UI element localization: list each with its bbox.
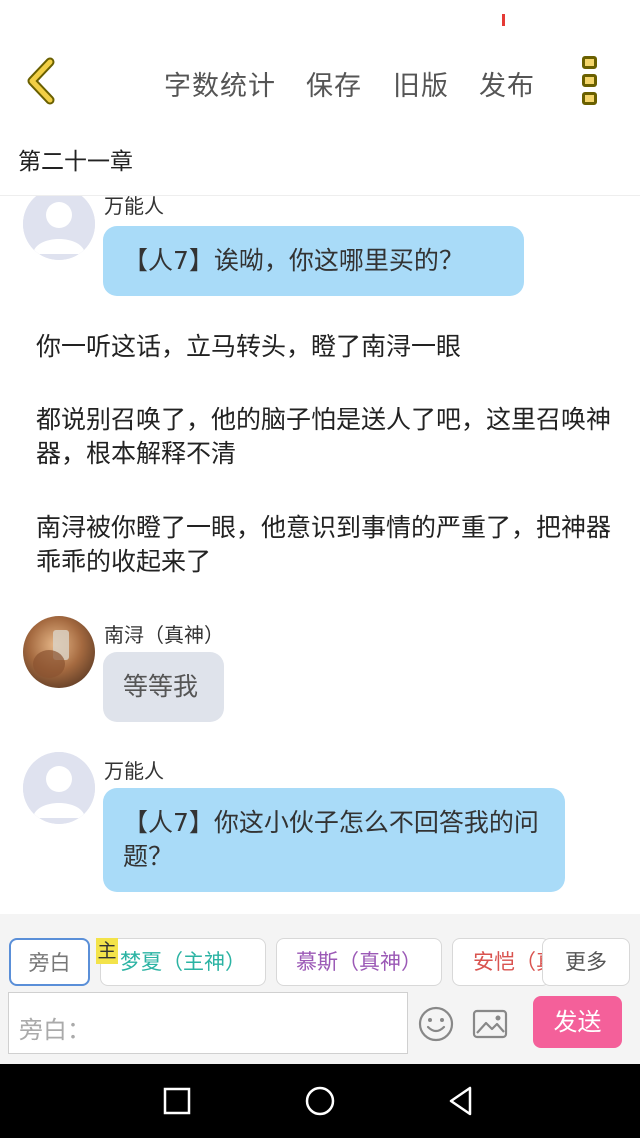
default-avatar-icon [23, 196, 95, 260]
save-button[interactable]: 保存 [306, 64, 362, 103]
more-vertical-icon[interactable] [576, 54, 602, 110]
top-toolbar: 字数统计 保存 旧版 发布 [0, 40, 640, 124]
role-ankai-button[interactable]: 安恺（真神） [452, 938, 550, 986]
system-nav-bar [0, 1064, 640, 1138]
image-icon[interactable] [470, 1004, 510, 1044]
status-indicator [502, 14, 505, 26]
old-version-button[interactable]: 旧版 [393, 64, 449, 103]
recent-apps-icon[interactable] [160, 1084, 194, 1118]
smiley-icon[interactable] [416, 1004, 456, 1044]
composer-panel: 旁白 梦夏（主神） 主 慕斯（真神） 安恺（真神） 更多 旁白： 发送 [0, 914, 640, 1064]
word-count-button[interactable]: 字数统计 [164, 64, 276, 103]
chevron-left-icon [27, 57, 55, 105]
message-bubble[interactable]: 【人7】诶呦，你这哪里买的？ [103, 226, 524, 296]
publish-button[interactable]: 发布 [479, 64, 535, 103]
back-button[interactable] [22, 56, 62, 106]
speaker-name: 万能人 [104, 759, 164, 783]
default-avatar-icon [23, 752, 95, 824]
role-narrator-button[interactable]: 旁白 [9, 938, 90, 986]
chapter-title[interactable]: 第二十一章 [18, 142, 133, 176]
home-icon[interactable] [303, 1084, 337, 1118]
narration-text[interactable]: 你一听这话，立马转头，瞪了南浔一眼 [36, 330, 616, 364]
role-mengxia-button[interactable]: 梦夏（主神） [100, 938, 266, 986]
message-bubble[interactable]: 【人7】你这小伙子怎么不回答我的问题？ [103, 788, 565, 892]
message-bubble[interactable]: 等等我 [103, 652, 224, 722]
role-musi-button[interactable]: 慕斯（真神） [276, 938, 442, 986]
user-photo-icon [33, 630, 69, 678]
send-button[interactable]: 发送 [533, 996, 622, 1048]
narration-text[interactable]: 都说别召唤了，他的脑子怕是送人了吧，这里召唤神器，根本解释不清 [36, 403, 616, 471]
speaker-name: 万能人 [104, 196, 164, 218]
more-roles-button[interactable]: 更多 [542, 938, 630, 986]
speaker-name: 南浔（真神） [104, 623, 224, 647]
avatar[interactable] [23, 196, 95, 260]
main-role-tag: 主 [96, 938, 118, 964]
avatar[interactable] [23, 752, 95, 824]
back-nav-icon[interactable] [445, 1084, 479, 1118]
avatar[interactable] [23, 616, 95, 688]
narration-text[interactable]: 南浔被你瞪了一眼，他意识到事情的严重了，把神器乖乖的收起来了 [36, 511, 616, 579]
chat-content[interactable]: 万能人 【人7】诶呦，你这哪里买的？ 你一听这话，立马转头，瞪了南浔一眼 都说别… [0, 196, 640, 914]
message-input[interactable]: 旁白： [8, 992, 408, 1054]
